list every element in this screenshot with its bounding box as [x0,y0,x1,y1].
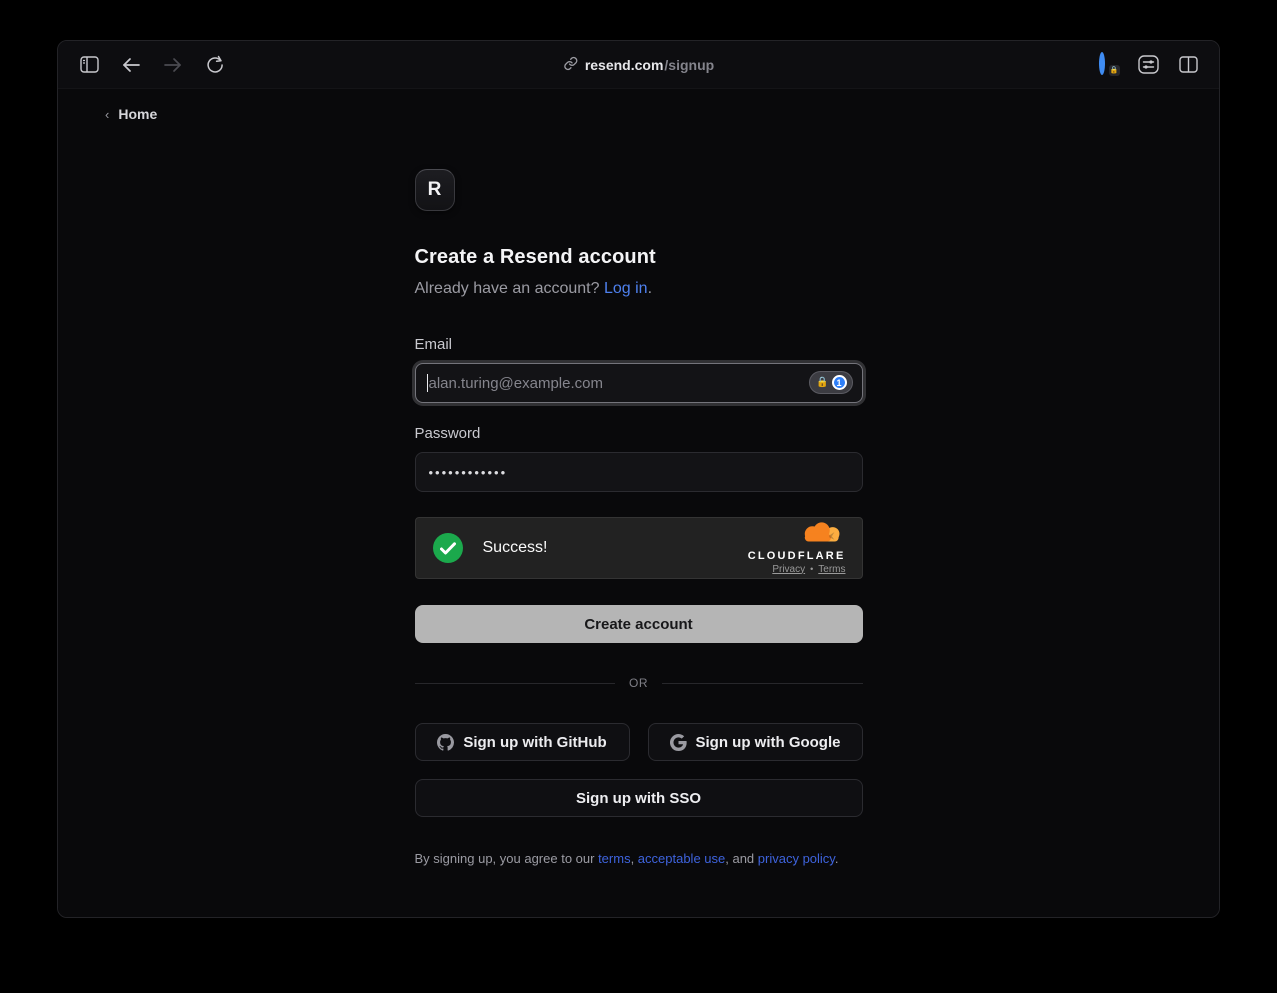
signup-page: ‹ Home R Create a Resend account Already… [58,89,1219,918]
signup-github-button[interactable]: Sign up with GitHub [415,723,630,761]
resend-logo-letter: R [428,179,442,201]
sso-button-label: Sign up with SSO [576,790,701,807]
onepassword-extension-icon[interactable]: 🔒 [1095,52,1121,78]
password-input[interactable] [415,452,863,492]
cloudflare-terms-link[interactable]: Terms [818,564,845,575]
lock-icon: 🔒 [816,378,828,388]
browser-window: resend.com/signup 🔒 [57,40,1220,918]
footer-terms: By signing up, you agree to our terms, a… [415,851,863,866]
or-divider: OR [415,676,863,690]
email-input-wrap: 🔒 1 [415,363,863,403]
captcha-status: Success! [483,539,548,557]
cloudflare-logo-icon [794,522,846,549]
page-title: Create a Resend account [415,246,863,269]
acceptable-use-link[interactable]: acceptable use [638,851,725,866]
google-icon [670,734,687,751]
forward-icon[interactable] [160,52,186,78]
breadcrumb-home[interactable]: ‹ Home [105,106,157,122]
footer-suffix: . [835,851,839,866]
footer-sep2: , and [725,851,758,866]
email-label: Email [415,336,863,353]
url-host: resend.com [585,57,664,73]
breadcrumb-label: Home [118,106,157,122]
google-button-label: Sign up with Google [696,734,841,751]
github-button-label: Sign up with GitHub [463,734,606,751]
address-bar[interactable]: resend.com/signup [563,56,714,74]
text-caret [427,374,429,392]
split-view-icon[interactable] [1175,52,1201,78]
password-input-wrap [415,452,863,492]
login-link[interactable]: Log in [604,280,648,297]
cloudflare-privacy-link[interactable]: Privacy [772,564,805,575]
link-icon [563,56,578,74]
email-input[interactable] [415,363,863,403]
chevron-left-icon: ‹ [105,107,109,122]
github-icon [437,734,454,751]
browser-toolbar: resend.com/signup 🔒 [58,41,1219,89]
cloudflare-wordmark: CLOUDFLARE [748,550,846,562]
extensions-settings-icon[interactable] [1135,52,1161,78]
subtitle-text: Already have an account? [415,280,600,297]
signup-sso-button[interactable]: Sign up with SSO [415,779,863,817]
cloudflare-turnstile-widget: Success! CLOUDFLARE [415,517,863,579]
resend-logo: R [415,169,455,211]
dot-separator: • [810,564,813,574]
footer-prefix: By signing up, you agree to our [415,851,599,866]
subtitle-period: . [648,280,652,297]
subtitle: Already have an account? Log in. [415,280,863,298]
back-icon[interactable] [118,52,144,78]
reload-icon[interactable] [202,52,228,78]
onepassword-badge-number: 1 [832,375,847,390]
sidebar-toggle-icon[interactable] [76,52,102,78]
footer-sep1: , [631,851,638,866]
terms-link[interactable]: terms [598,851,631,866]
privacy-policy-link[interactable]: privacy policy [758,851,835,866]
or-label: OR [629,676,648,690]
create-account-button[interactable]: Create account [415,605,863,643]
url-path: /signup [664,57,714,73]
success-check-icon [433,533,463,563]
password-label: Password [415,425,863,442]
signup-google-button[interactable]: Sign up with Google [648,723,863,761]
onepassword-fill-icon[interactable]: 🔒 1 [809,371,852,394]
